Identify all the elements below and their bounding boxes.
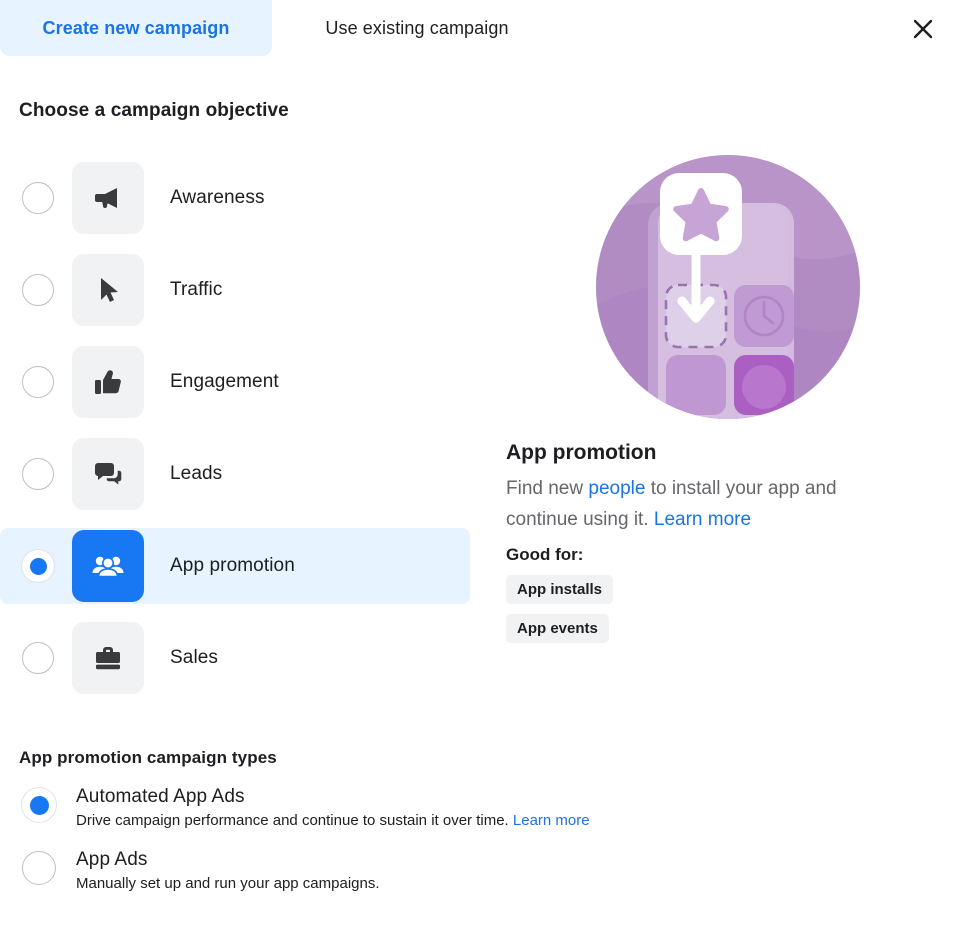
objective-options-list: Awareness Traffic Engagement Leads App p… bbox=[0, 160, 480, 712]
tab-bar: Create new campaign Use existing campaig… bbox=[0, 0, 960, 56]
campaign-type-automated-app-ads[interactable]: Automated App Ads Drive campaign perform… bbox=[0, 786, 940, 829]
radio-engagement[interactable] bbox=[22, 366, 54, 398]
campaign-type-automated-app-ads-learn-more-link[interactable]: Learn more bbox=[513, 812, 590, 829]
tab-create-new-campaign-label: Create new campaign bbox=[42, 17, 230, 38]
tab-create-new-campaign[interactable]: Create new campaign bbox=[0, 0, 272, 56]
tab-use-existing-campaign-label: Use existing campaign bbox=[325, 17, 509, 38]
campaign-type-app-ads-label: App Ads bbox=[76, 849, 148, 870]
megaphone-icon bbox=[72, 162, 144, 234]
campaign-objective-dialog: Create new campaign Use existing campaig… bbox=[0, 0, 960, 946]
good-for-label: Good for: bbox=[506, 545, 584, 564]
campaign-type-app-ads-text: App Ads Manually set up and run your app… bbox=[76, 849, 380, 892]
detail-description: Find new people to install your app and … bbox=[506, 473, 906, 535]
radio-app-promotion[interactable] bbox=[22, 550, 54, 582]
radio-leads[interactable] bbox=[22, 458, 54, 490]
radio-sales[interactable] bbox=[22, 642, 54, 674]
campaign-type-app-ads[interactable]: App Ads Manually set up and run your app… bbox=[0, 849, 940, 892]
people-group-icon bbox=[72, 530, 144, 602]
cursor-icon bbox=[72, 254, 144, 326]
campaign-type-app-ads-description: Manually set up and run your app campaig… bbox=[76, 875, 380, 892]
objective-label-awareness: Awareness bbox=[170, 187, 265, 208]
campaign-type-automated-app-ads-text: Automated App Ads Drive campaign perform… bbox=[76, 786, 590, 829]
tag-app-installs: App installs bbox=[506, 575, 614, 604]
campaign-type-app-ads-desc-text: Manually set up and run your app campaig… bbox=[76, 875, 380, 892]
objective-option-sales[interactable]: Sales bbox=[0, 620, 480, 696]
radio-automated-app-ads[interactable] bbox=[22, 788, 56, 822]
tag-app-events: App events bbox=[506, 614, 609, 643]
campaign-type-automated-app-ads-label: Automated App Ads bbox=[76, 786, 245, 807]
objective-detail-panel: App promotion Find new people to install… bbox=[506, 155, 926, 643]
objective-option-traffic[interactable]: Traffic bbox=[0, 252, 480, 328]
objective-option-leads[interactable]: Leads bbox=[0, 436, 480, 512]
close-icon bbox=[911, 17, 935, 41]
detail-title: App promotion bbox=[506, 441, 657, 464]
objective-label-sales: Sales bbox=[170, 647, 219, 668]
app-install-illustration bbox=[596, 155, 860, 419]
radio-traffic[interactable] bbox=[22, 274, 54, 306]
radio-awareness[interactable] bbox=[22, 182, 54, 214]
objective-section-title: Choose a campaign objective bbox=[19, 100, 289, 121]
tag-app-events-row: App events bbox=[506, 604, 926, 643]
campaign-types-title: App promotion campaign types bbox=[19, 748, 277, 767]
objective-option-awareness[interactable]: Awareness bbox=[0, 160, 480, 236]
objective-label-app-promotion: App promotion bbox=[170, 555, 295, 576]
tab-use-existing-campaign[interactable]: Use existing campaign bbox=[272, 0, 562, 56]
thumbs-up-icon bbox=[72, 346, 144, 418]
detail-people-link[interactable]: people bbox=[588, 478, 645, 499]
briefcase-icon bbox=[72, 622, 144, 694]
detail-description-part1: Find new bbox=[506, 478, 589, 499]
close-button[interactable] bbox=[902, 8, 944, 50]
objective-option-app-promotion[interactable]: App promotion bbox=[0, 528, 470, 604]
campaign-type-automated-app-ads-desc-text: Drive campaign performance and continue … bbox=[76, 812, 513, 829]
objective-label-traffic: Traffic bbox=[170, 279, 223, 300]
objective-option-engagement[interactable]: Engagement bbox=[0, 344, 480, 420]
objective-label-engagement: Engagement bbox=[170, 371, 279, 392]
objective-label-leads: Leads bbox=[170, 463, 223, 484]
speech-bubbles-icon bbox=[72, 438, 144, 510]
campaign-types-list: Automated App Ads Drive campaign perform… bbox=[0, 786, 940, 912]
radio-app-ads[interactable] bbox=[22, 851, 56, 885]
campaign-type-automated-app-ads-description: Drive campaign performance and continue … bbox=[76, 812, 590, 829]
tag-app-installs-row: App installs bbox=[506, 565, 926, 604]
detail-learn-more-link[interactable]: Learn more bbox=[654, 509, 751, 530]
